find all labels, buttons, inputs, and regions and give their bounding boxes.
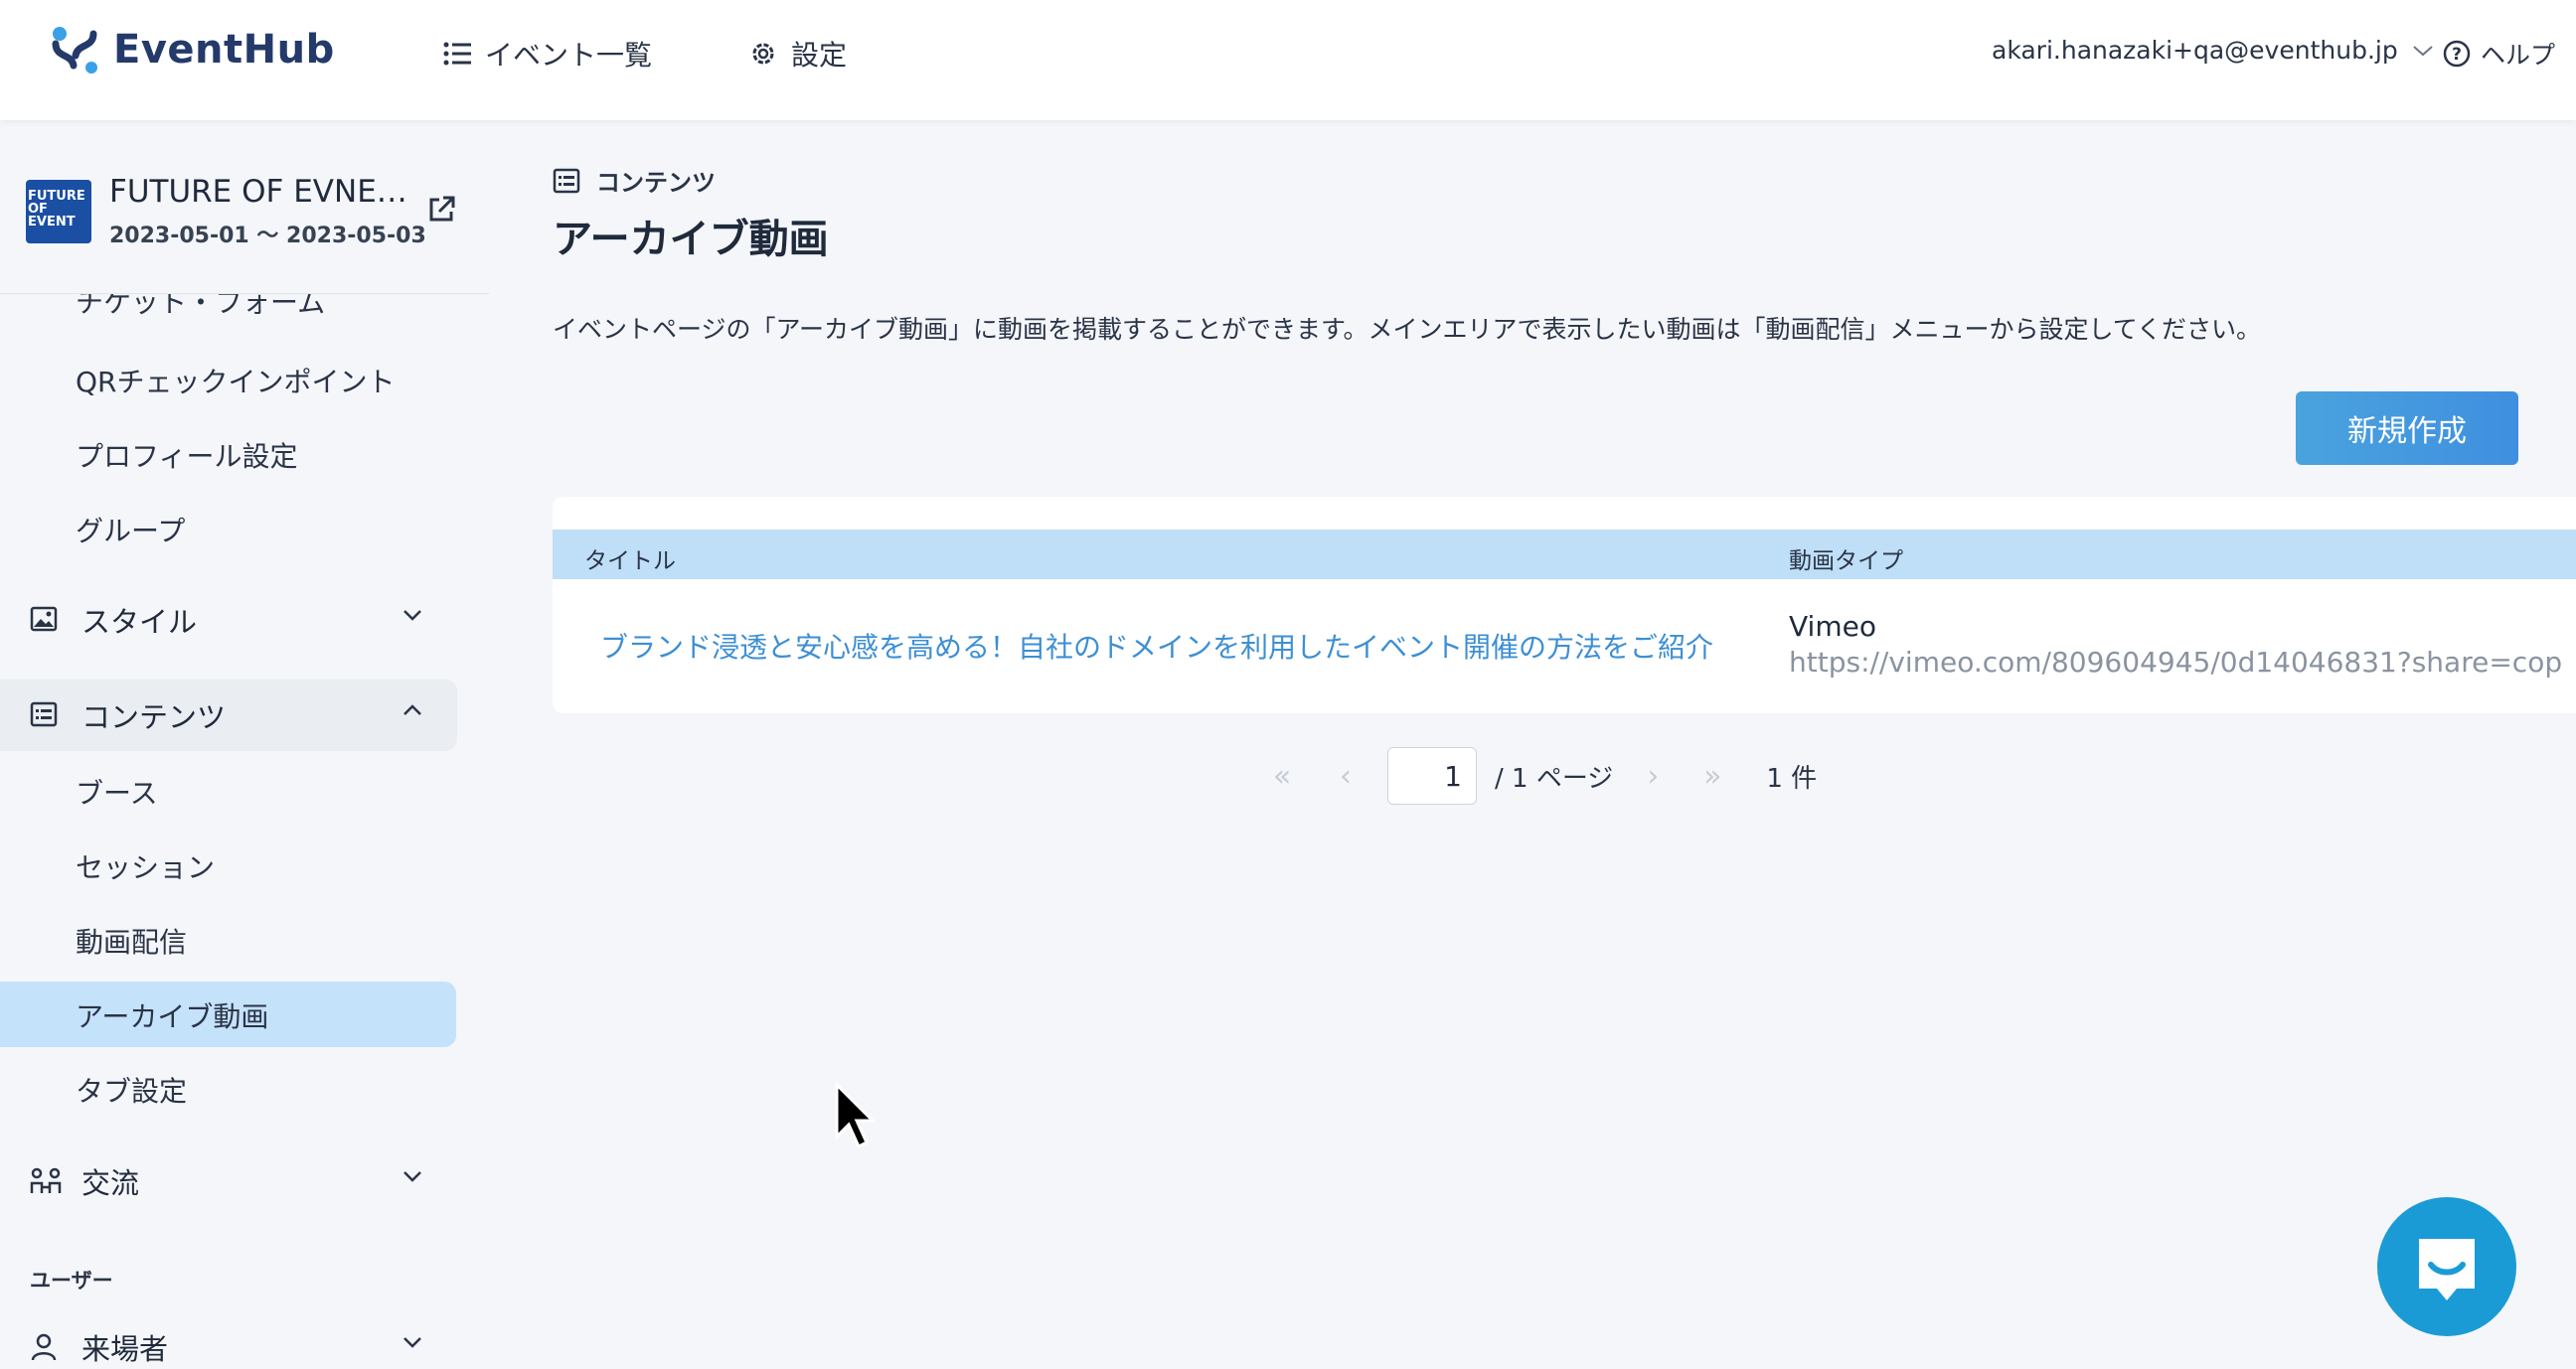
sidebar-group-visitors-label: 来場者 xyxy=(81,1332,169,1366)
sidebar-section-user: ユーザー xyxy=(30,1269,113,1293)
prev-page-icon[interactable]: ‹ xyxy=(1326,759,1366,794)
first-page-icon[interactable]: « xyxy=(1262,759,1302,794)
event-card: FUTURE OF EVENT FUTURE OF EVNE… 2023-05-… xyxy=(0,120,489,294)
video-url: https://vimeo.com/809604945/0d14046831?s… xyxy=(1789,646,2563,679)
table-header: タイトル 動画タイプ xyxy=(553,530,2576,579)
eventhub-logo-icon xyxy=(52,27,97,74)
sidebar-group-content[interactable]: コンテンツ xyxy=(0,680,457,751)
help-link[interactable]: ? ヘルプ xyxy=(2443,36,2555,72)
video-type: Vimeo xyxy=(1789,610,1876,643)
sidebar-item-video-streaming[interactable]: 動画配信 xyxy=(76,921,187,961)
item-count: 1 件 xyxy=(1766,763,1818,794)
event-thumbnail: FUTURE OF EVENT xyxy=(26,180,91,243)
sidebar-item-archive-video[interactable]: アーカイブ動画 xyxy=(76,995,268,1035)
sidebar-item-booth[interactable]: ブース xyxy=(76,772,158,812)
nav-settings[interactable]: 設定 xyxy=(749,34,847,74)
people-icon xyxy=(30,1167,62,1193)
external-link-icon xyxy=(429,196,455,222)
pagination: « ‹ / 1 ページ › » 1 件 xyxy=(1262,745,1817,807)
chat-icon xyxy=(2419,1239,2475,1300)
sidebar-group-content-label: コンテンツ xyxy=(81,700,227,734)
next-page-icon[interactable]: › xyxy=(1633,759,1673,794)
event-dates: 2023-05-01 〜 2023-05-03 xyxy=(109,224,426,248)
archive-video-table: タイトル 動画タイプ ブランド浸透と安心感を高める！自社のドメインを利用したイベ… xyxy=(553,497,2576,713)
sidebar-item-qr-checkin[interactable]: QRチェックインポイント xyxy=(76,361,396,400)
page-description: イベントページの「アーカイブ動画」に動画を掲載することができます。メインエリアで… xyxy=(553,315,2262,344)
sidebar-group-style-label: スタイル xyxy=(81,605,198,639)
sidebar-group-visitors[interactable]: 来場者 xyxy=(0,1311,457,1369)
chat-button[interactable] xyxy=(2377,1197,2516,1336)
column-header-video-type: 動画タイプ xyxy=(1789,548,1903,574)
chevron-down-icon xyxy=(403,1171,421,1182)
help-icon: ? xyxy=(2443,40,2471,68)
help-label: ヘルプ xyxy=(2481,41,2556,70)
column-header-title: タイトル xyxy=(584,548,676,574)
last-page-icon[interactable]: » xyxy=(1692,759,1732,794)
sidebar-group-style[interactable]: スタイル xyxy=(0,584,457,656)
user-menu[interactable]: akari.hanazaki+qa@eventhub.jp xyxy=(1992,36,2434,65)
page-title: アーカイブ動画 xyxy=(553,217,829,262)
breadcrumb: コンテンツ xyxy=(553,163,716,198)
svg-text:?: ? xyxy=(2452,45,2462,65)
page-total: / 1 ページ xyxy=(1495,763,1614,794)
nav-events-label: イベント一覧 xyxy=(485,39,653,72)
list-icon xyxy=(443,42,471,66)
image-icon xyxy=(30,606,58,632)
cursor-icon xyxy=(835,1081,877,1149)
nav-settings-label: 設定 xyxy=(791,39,848,72)
list-icon xyxy=(30,701,58,727)
top-header: EventHub イベント一覧 設定 akari.hanazaki+qa@eve… xyxy=(0,0,2576,120)
user-email: akari.hanazaki+qa@eventhub.jp xyxy=(1992,36,2398,65)
sidebar-item-tab-settings[interactable]: タブ設定 xyxy=(76,1070,187,1110)
sidebar-group-exchange-label: 交流 xyxy=(81,1166,140,1200)
list-icon xyxy=(553,168,580,193)
sidebar: FUTURE OF EVENT FUTURE OF EVNE… 2023-05-… xyxy=(0,120,489,1369)
chevron-down-icon xyxy=(2413,45,2433,56)
sidebar-group-exchange[interactable]: 交流 xyxy=(0,1145,457,1217)
nav-events[interactable]: イベント一覧 xyxy=(443,34,652,74)
sidebar-item-group[interactable]: グループ xyxy=(76,510,185,549)
chevron-up-icon xyxy=(403,704,421,715)
breadcrumb-label: コンテンツ xyxy=(596,169,716,197)
sidebar-item-session[interactable]: セッション xyxy=(76,846,215,886)
gear-icon xyxy=(752,43,774,65)
new-create-button[interactable]: 新規作成 xyxy=(2296,391,2518,465)
external-link[interactable] xyxy=(425,194,457,229)
logo[interactable]: EventHub xyxy=(50,24,335,76)
video-title-link[interactable]: ブランド浸透と安心感を高める！自社のドメインを利用したイベント開催の方法をご紹介 xyxy=(600,626,1713,666)
page-number-input[interactable] xyxy=(1387,747,1477,805)
chevron-down-icon xyxy=(403,610,421,621)
chevron-down-icon xyxy=(403,1337,421,1348)
event-name: FUTURE OF EVNE… xyxy=(109,174,407,210)
logo-text: EventHub xyxy=(113,27,335,73)
user-icon xyxy=(31,1333,57,1361)
sidebar-item-profile-settings[interactable]: プロフィール設定 xyxy=(76,435,297,475)
